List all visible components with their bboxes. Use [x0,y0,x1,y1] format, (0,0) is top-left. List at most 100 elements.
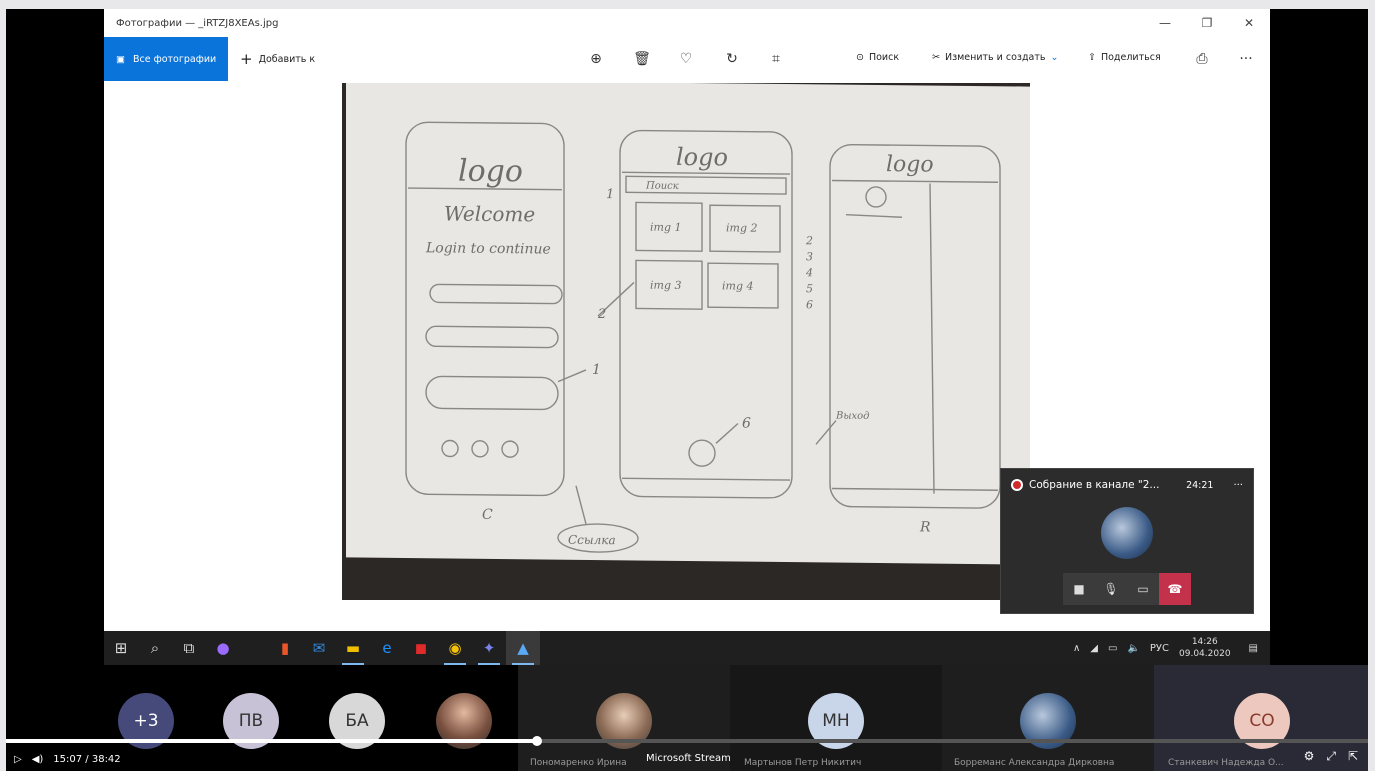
fullscreen-icon[interactable]: ⇱ [1348,749,1358,764]
restore-button[interactable]: ❐ [1186,9,1228,37]
photos-icon[interactable]: ▲ [506,631,540,665]
close-button[interactable]: ✕ [1228,9,1270,37]
window-title: Фотографии — _iRTZJ8XEAs.jpg [116,17,279,29]
meeting-popup: Собрание в канале "2... 24:21 ··· ■ 🎙 ▭ … [1000,468,1254,614]
clock-date: 09.04.2020 [1179,649,1231,659]
avatar-initials: ПВ [238,711,264,731]
sketch-exit: Выход [835,411,869,422]
meeting-avatar [1101,507,1153,559]
system-tray: ∧ ◢ ▭ 🔈 РУС 14:26 09.04.2020 ▤ [1073,631,1270,665]
meeting-title[interactable]: Собрание в канале "2... [1029,479,1174,491]
search-label: Поиск [868,52,900,63]
windows-start-icon[interactable]: ⊞ [104,631,138,665]
sketch-link: Ссылка [568,533,616,547]
rotate-icon[interactable]: ↻ [722,49,742,69]
chevron-up-icon[interactable]: ∧ [1073,643,1080,654]
sketch-logo-2: logo [676,143,728,172]
more-icon[interactable]: ··· [1236,49,1256,69]
search-button[interactable]: ⊙ Поиск [856,52,899,63]
photos-toolbar: ▣ Все фотографии + Добавить к ⊕ 🗑 ♡ ↻ ⌗ … [104,37,1270,81]
powerpoint-icon[interactable]: ▮ [268,631,302,665]
clock-time: 14:26 [1191,637,1218,647]
plus-icon: + [240,50,253,68]
network-icon[interactable]: ◢ [1090,643,1098,654]
expand-icon[interactable]: ⤢ [1326,749,1336,764]
avatar-initials: СО [1249,711,1275,731]
add-to-button[interactable]: + Добавить к [240,50,315,68]
delete-icon[interactable]: 🗑 [632,49,652,69]
sketch-img-3: img 3 [650,279,681,292]
sketch-num-s2-1: 1 [606,187,614,202]
hang-up-icon[interactable]: ☎ [1159,573,1191,605]
playback-time: 15:07 / 38:42 [53,753,121,765]
meeting-header: Собрание в канале "2... 24:21 ··· [1001,469,1253,501]
edit-create-button[interactable]: ✂ Изменить и создать ⌄ [932,52,1058,63]
sketch-num-s3-3: 3 [806,250,813,263]
sketch-logo-3: logo [886,152,934,177]
sketch-num-s3-6: 6 [806,298,813,311]
notification-icon[interactable]: ▤ [1249,643,1258,654]
sketch-photo: logo Welcome Login to continue 1 C logo … [342,83,1030,600]
settings-icon[interactable]: ⚙ [1304,749,1315,764]
play-icon[interactable]: ▷ [14,754,22,765]
task-view-icon[interactable]: ⧉ [172,631,206,665]
image-icon: ▣ [116,53,125,65]
all-photos-label: Все фотографии [132,53,217,65]
sketch-drawing: logo Welcome Login to continue 1 C logo … [405,121,1001,553]
office-icon[interactable]: ◼ [404,631,438,665]
share-icon: ⇪ [1088,52,1096,63]
search-icon[interactable]: ⌕ [138,631,172,665]
progress-bar[interactable] [6,736,1368,746]
battery-icon[interactable]: ▭ [1108,643,1117,654]
player-right-controls: ⚙ ⤢ ⇱ [1304,749,1358,764]
share-screen-icon[interactable]: ▭ [1127,573,1159,605]
chrome-icon[interactable]: ◉ [438,631,472,665]
file-explorer-icon[interactable]: ▬ [336,631,370,665]
volume-icon[interactable]: 🔈 [1127,643,1139,654]
sketch-welcome: Welcome [444,201,535,226]
mail-icon[interactable]: ✉ [302,631,336,665]
progress-fill [6,739,538,743]
language-indicator[interactable]: РУС [1150,643,1169,654]
add-to-label: Добавить к [258,53,316,65]
alice-icon[interactable]: ● [206,631,240,665]
volume-icon[interactable]: ◀) [32,754,44,765]
teams-icon[interactable]: ✦ [472,631,506,665]
clock[interactable]: 14:26 09.04.2020 [1179,636,1231,660]
share-label: Поделиться [1100,52,1161,63]
screen-share-frame: Фотографии — _iRTZJ8XEAs.jpg — ❐ ✕ ▣ Все… [6,9,1368,771]
edit-icon: ✂ [932,52,940,63]
share-button[interactable]: ⇪ Поделиться [1088,52,1161,63]
avatar-initials: МН [822,711,850,731]
meeting-controls: ■ 🎙 ▭ ☎ [1063,573,1191,605]
avatar-initials: БА [345,711,369,731]
sketch-num-1: 1 [592,362,601,378]
meeting-time: 24:21 [1186,479,1214,491]
sketch-search: Поиск [645,181,679,192]
taskbar: ⊞ ⌕ ⧉ ● ▮ ✉ ▬ e ◼ ◉ ✦ ▲ ∧ ◢ ▭ 🔈 РУС 14:2… [104,631,1270,665]
sketch-num-6: 6 [742,416,751,432]
all-photos-button[interactable]: ▣ Все фотографии [104,37,228,81]
sketch-login: Login to continue [425,240,551,257]
sketch-num-s3-5: 5 [806,282,813,295]
chevron-down-icon: ⌄ [1050,52,1059,63]
edit-create-label: Изменить и создать [944,52,1046,63]
sketch-letter-c: C [482,507,493,523]
sketch-logo-1: logo [458,154,523,190]
sketch-img-1: img 1 [650,221,681,234]
print-icon[interactable]: ⎙ [1192,49,1212,69]
more-icon[interactable]: ··· [1233,480,1243,491]
sketch-num-s3-4: 4 [805,266,813,279]
window-controls: — ❐ ✕ [1144,9,1270,37]
sketch-img-4: img 4 [722,279,753,292]
minimize-button[interactable]: — [1144,9,1186,37]
heart-icon[interactable]: ♡ [676,49,696,69]
crop-icon[interactable]: ⌗ [766,49,786,69]
sketch-num-s2-2: 2 [597,307,606,322]
camera-icon[interactable]: ■ [1063,573,1095,605]
microphone-icon[interactable]: 🎙 [1095,573,1127,605]
edge-icon[interactable]: e [370,631,404,665]
zoom-icon[interactable]: ⊕ [586,49,606,69]
sketch-img-2: img 2 [726,221,757,234]
search-icon: ⊙ [856,52,864,63]
